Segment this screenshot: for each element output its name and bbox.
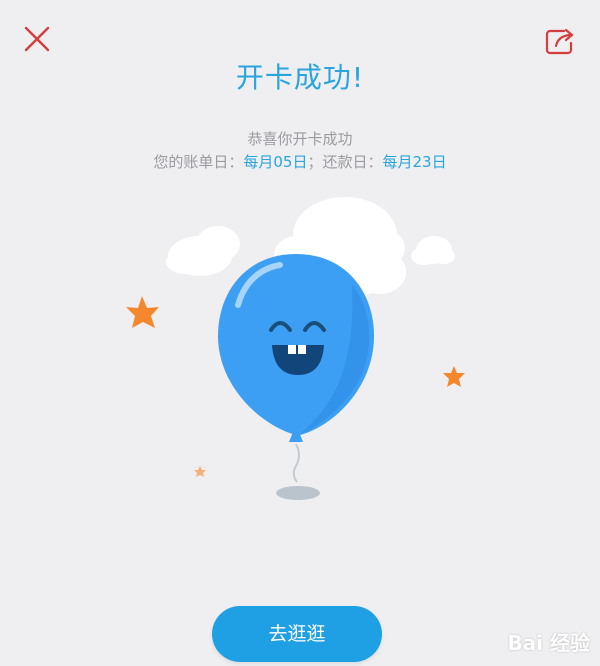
repay-label: 还款日： [322, 153, 383, 171]
star-medium-icon [443, 366, 465, 387]
close-button[interactable] [22, 24, 52, 54]
billing-info: 您的账单日：每月05日；还款日：每月23日 [0, 151, 600, 172]
balloon-shadow [276, 486, 320, 500]
success-illustration [0, 180, 600, 520]
tooth-left [288, 345, 296, 354]
close-icon [24, 26, 50, 52]
share-button[interactable] [544, 26, 578, 56]
billing-label: 您的账单日： [153, 153, 244, 171]
cloud-left [166, 226, 240, 276]
repay-value: 每月23日 [382, 153, 447, 171]
tooth-right [298, 345, 306, 354]
page-title: 开卡成功! [235, 61, 365, 94]
billing-value: 每月05日 [243, 153, 308, 171]
watermark: Bai 经验 [507, 631, 590, 655]
separator: ； [307, 153, 323, 171]
star-large-icon [126, 296, 159, 328]
go-shopping-button[interactable]: 去逛逛 [212, 606, 382, 662]
cloud-right [411, 236, 455, 265]
share-icon [545, 28, 574, 55]
congrats-text: 恭喜你开卡成功 [247, 130, 353, 148]
star-small-icon [194, 466, 206, 477]
balloon-string [292, 443, 300, 483]
